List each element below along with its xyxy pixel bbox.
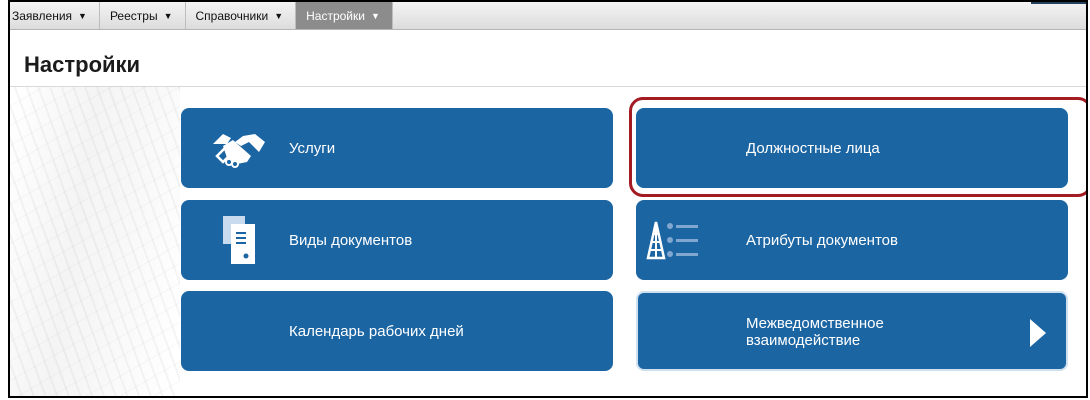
caret-down-icon: ▼ [274, 10, 284, 21]
menu-item-directories[interactable]: Справочники ▼ [186, 2, 297, 29]
menu-item-registries[interactable]: Реестры ▼ [100, 2, 186, 29]
tile-label-line-1: Межведомственное [746, 315, 884, 332]
tile-document-types[interactable]: Виды документов [181, 200, 613, 280]
menu-item-applications[interactable]: Заявления ▼ [10, 2, 100, 29]
app-frame: Заявления ▼ Реестры ▼ Справочники ▼ Наст… [8, 0, 1088, 398]
menu-item-label: Заявления [12, 8, 73, 23]
page-title: Настройки [24, 52, 141, 77]
play-arrow-icon[interactable] [1028, 317, 1048, 349]
menu-item-label: Справочники [195, 8, 269, 23]
tile-services[interactable]: Услуги [181, 108, 613, 188]
tile-label: Атрибуты документов [746, 231, 898, 249]
menu-item-label: Реестры [109, 8, 158, 23]
caret-down-icon: ▼ [78, 10, 87, 21]
documents-icon [207, 214, 271, 266]
attributes-tower-icon [642, 214, 706, 266]
menubar-corner-accent [1031, 2, 1086, 4]
tile-label: Межведомственное взаимодействие [746, 315, 884, 349]
menu-item-label: Настройки [306, 8, 365, 23]
caret-down-icon: ▼ [370, 10, 380, 21]
tile-label: Календарь рабочих дней [289, 322, 464, 340]
background-decoration [10, 86, 180, 396]
tile-interagency-cooperation[interactable]: Межведомственное взаимодействие [636, 291, 1068, 371]
tile-officials[interactable]: Должностные лица [636, 108, 1068, 188]
menu-item-settings[interactable]: Настройки ▼ [296, 2, 393, 29]
tile-label-line-2: взаимодействие [746, 332, 861, 349]
tile-label: Виды документов [289, 231, 413, 249]
handshake-icon [207, 122, 271, 174]
menubar: Заявления ▼ Реестры ▼ Справочники ▼ Наст… [10, 0, 1086, 30]
tile-label: Услуги [289, 139, 336, 157]
tile-document-attributes[interactable]: Атрибуты документов [636, 200, 1068, 280]
title-divider [10, 86, 1086, 87]
tile-working-days-calendar[interactable]: Календарь рабочих дней [181, 291, 613, 371]
caret-down-icon: ▼ [163, 10, 173, 21]
menubar-spacer [393, 2, 1031, 29]
tile-label: Должностные лица [746, 139, 880, 157]
